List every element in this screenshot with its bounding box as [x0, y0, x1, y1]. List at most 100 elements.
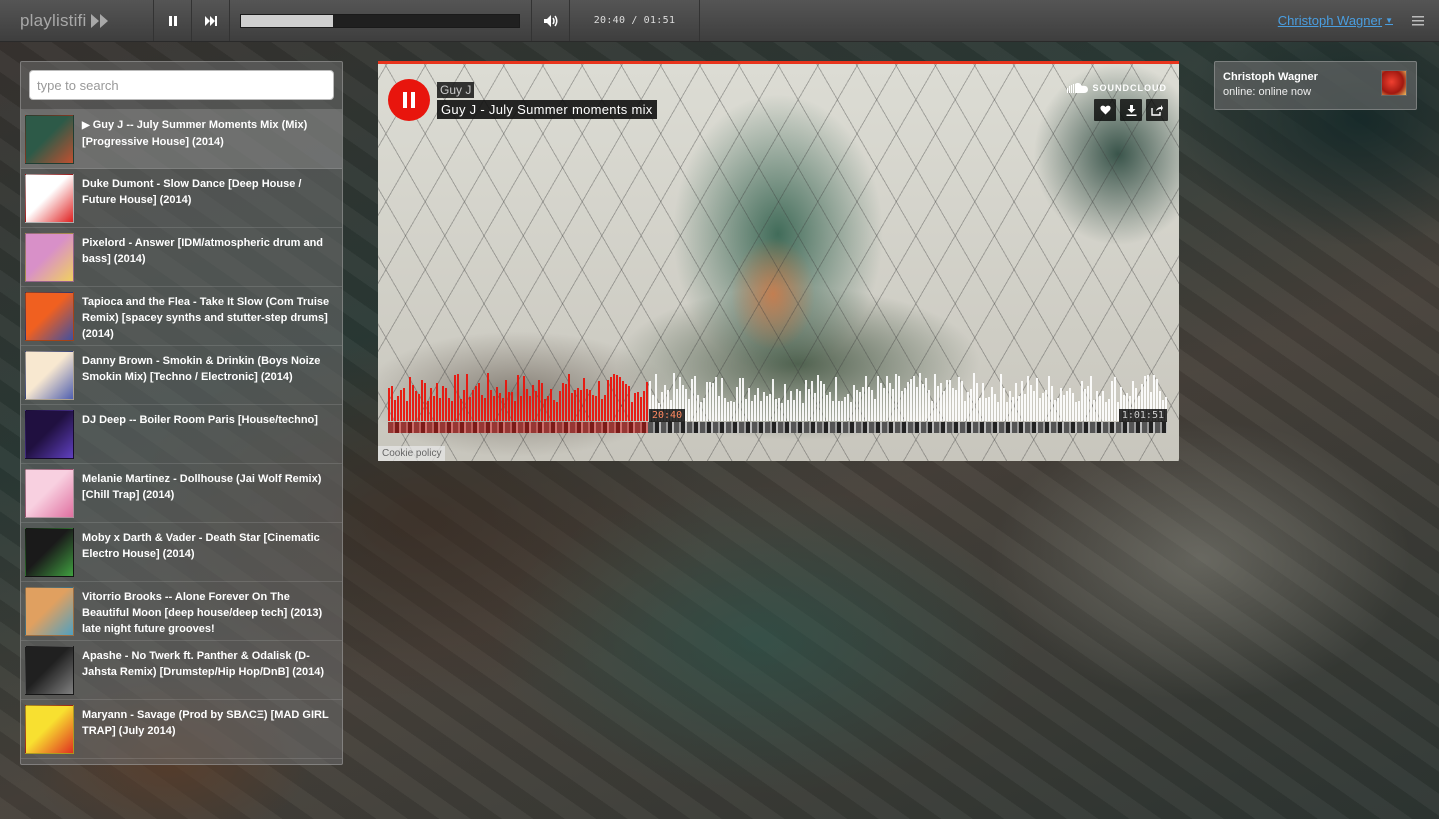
waveform-bar: [613, 374, 615, 421]
waveform-bar: [706, 382, 708, 421]
track-title: ▶ Guy J -- July Summer Moments Mix (Mix) …: [82, 115, 332, 168]
waveform[interactable]: [388, 371, 1167, 421]
waveform-bar: [784, 384, 786, 421]
playlist-item[interactable]: Maryann - Savage (Prod by SBΛCΞ) [MAD GI…: [21, 700, 342, 759]
waveform-bar: [460, 399, 462, 421]
pause-icon: [168, 15, 177, 26]
waveform-bar: [1000, 374, 1002, 421]
waveform-bar: [991, 387, 993, 421]
playlist-item[interactable]: Pixelord - Answer [IDM/atmospheric drum …: [21, 228, 342, 287]
waveform-bar: [811, 381, 813, 421]
playlist-item[interactable]: Duke Dumont - Slow Dance [Deep House / F…: [21, 169, 342, 228]
waveform-bar: [967, 392, 969, 421]
playlist-item[interactable]: ▶ Guy J -- July Summer Moments Mix (Mix) …: [21, 110, 342, 169]
waveform-bar: [595, 396, 597, 421]
waveform-bar: [1069, 388, 1071, 421]
waveform-bar: [958, 377, 960, 421]
pause-button[interactable]: [154, 0, 192, 41]
waveform-bar: [415, 391, 417, 421]
waveform-bar: [430, 388, 432, 421]
volume-button[interactable]: [532, 0, 570, 41]
comments-played-overlay: [388, 422, 648, 433]
brand[interactable]: playlistifi: [0, 0, 154, 41]
avatar[interactable]: [1381, 70, 1407, 96]
waveform-bar: [886, 376, 888, 421]
waveform-bar: [778, 398, 780, 421]
provider-name: SOUNDCLOUD: [1092, 82, 1167, 93]
track-title: Duke Dumont - Slow Dance [Deep House / F…: [82, 174, 332, 227]
waveform-bar: [481, 395, 483, 421]
waveform-bar: [637, 392, 639, 421]
soundcloud-player: Guy J Guy J - July Summer moments mix SO…: [378, 61, 1179, 461]
waveform-bar: [1111, 381, 1113, 421]
waveform-bar: [799, 391, 801, 421]
playlist-item[interactable]: Moby x Darth & Vader - Death Star [Cinem…: [21, 523, 342, 582]
playlist-panel: ▶Guy J -- July Summer Moments Mix (Mix) …: [20, 61, 343, 765]
waveform-bar: [523, 376, 525, 421]
waveform-bar: [1084, 389, 1086, 421]
waveform-bar: [946, 380, 948, 421]
waveform-bar: [1006, 402, 1008, 421]
waveform-bar: [1087, 386, 1089, 421]
share-button[interactable]: [1146, 99, 1168, 121]
like-button[interactable]: [1094, 99, 1116, 121]
waveform-bar: [844, 397, 846, 421]
embed-artist[interactable]: Guy J: [437, 82, 475, 98]
user-menu-link[interactable]: Christoph Wagner ▼: [1278, 0, 1405, 41]
waveform-bar: [793, 400, 795, 421]
track-title: Melanie Martinez - Dollhouse (Jai Wolf R…: [82, 469, 332, 522]
waveform-bar: [976, 383, 978, 421]
waveform-bar: [409, 377, 411, 421]
waveform-bar: [598, 381, 600, 421]
track-title-text: Tapioca and the Flea - Take It Slow (Com…: [82, 296, 330, 340]
waveform-bar: [919, 373, 921, 421]
playlist-item[interactable]: DJ Deep -- Boiler Room Paris [House/tech…: [21, 405, 342, 464]
top-bar: playlistifi 20:40 / 01:51 Christoph Wagn…: [0, 0, 1439, 42]
heart-icon: [1099, 105, 1111, 115]
waveform-bar: [568, 374, 570, 421]
waveform-bar: [517, 375, 519, 421]
waveform-bar: [835, 377, 837, 421]
progress-track[interactable]: [240, 13, 520, 28]
cookie-policy-link[interactable]: Cookie policy: [378, 446, 446, 461]
download-button[interactable]: [1120, 99, 1142, 121]
comments-strip[interactable]: [388, 422, 1167, 433]
soundcloud-logo[interactable]: SOUNDCLOUD: [1066, 82, 1168, 93]
waveform-bar: [556, 402, 558, 421]
waveform-bar: [1051, 386, 1053, 421]
track-title: Tapioca and the Flea - Take It Slow (Com…: [82, 292, 332, 345]
waveform-bar: [1090, 376, 1092, 421]
embed-pause-button[interactable]: [388, 79, 430, 121]
playlist-item[interactable]: Melanie Martinez - Dollhouse (Jai Wolf R…: [21, 464, 342, 523]
waveform-bar: [541, 383, 543, 421]
waveform-bar: [538, 380, 540, 421]
waveform-bar: [529, 396, 531, 421]
waveform-bar: [490, 390, 492, 421]
waveform-bar: [1093, 400, 1095, 421]
waveform-bar: [943, 391, 945, 421]
hamburger-menu-button[interactable]: [1405, 0, 1431, 41]
waveform-bar: [874, 399, 876, 421]
waveform-bar: [832, 401, 834, 421]
pause-icon: [403, 92, 415, 108]
playlist-item[interactable]: Vitorrio Brooks -- Alone Forever On The …: [21, 582, 342, 641]
embed-title[interactable]: Guy J - July Summer moments mix: [437, 100, 657, 119]
waveform-bar: [562, 383, 564, 421]
waveform-bar: [439, 398, 441, 421]
waveform-bar: [937, 386, 939, 421]
waveform-bar: [520, 396, 522, 421]
playlist-item[interactable]: Danny Brown - Smokin & Drinkin (Boys Noi…: [21, 346, 342, 405]
waveform-bar: [601, 399, 603, 421]
next-track-button[interactable]: [192, 0, 230, 41]
waveform-bar: [1102, 391, 1104, 421]
waveform-bar: [394, 400, 396, 421]
fast-forward-logo-icon: [90, 13, 110, 29]
progress-bar[interactable]: [230, 0, 532, 41]
search-input[interactable]: [29, 70, 334, 100]
playlist-item[interactable]: Tapioca and the Flea - Take It Slow (Com…: [21, 287, 342, 346]
waveform-bar: [433, 396, 435, 421]
waveform-bar: [547, 396, 549, 421]
waveform-bar: [826, 395, 828, 421]
waveform-bar: [721, 378, 723, 421]
playlist-item[interactable]: Apashe - No Twerk ft. Panther & Odalisk …: [21, 641, 342, 700]
